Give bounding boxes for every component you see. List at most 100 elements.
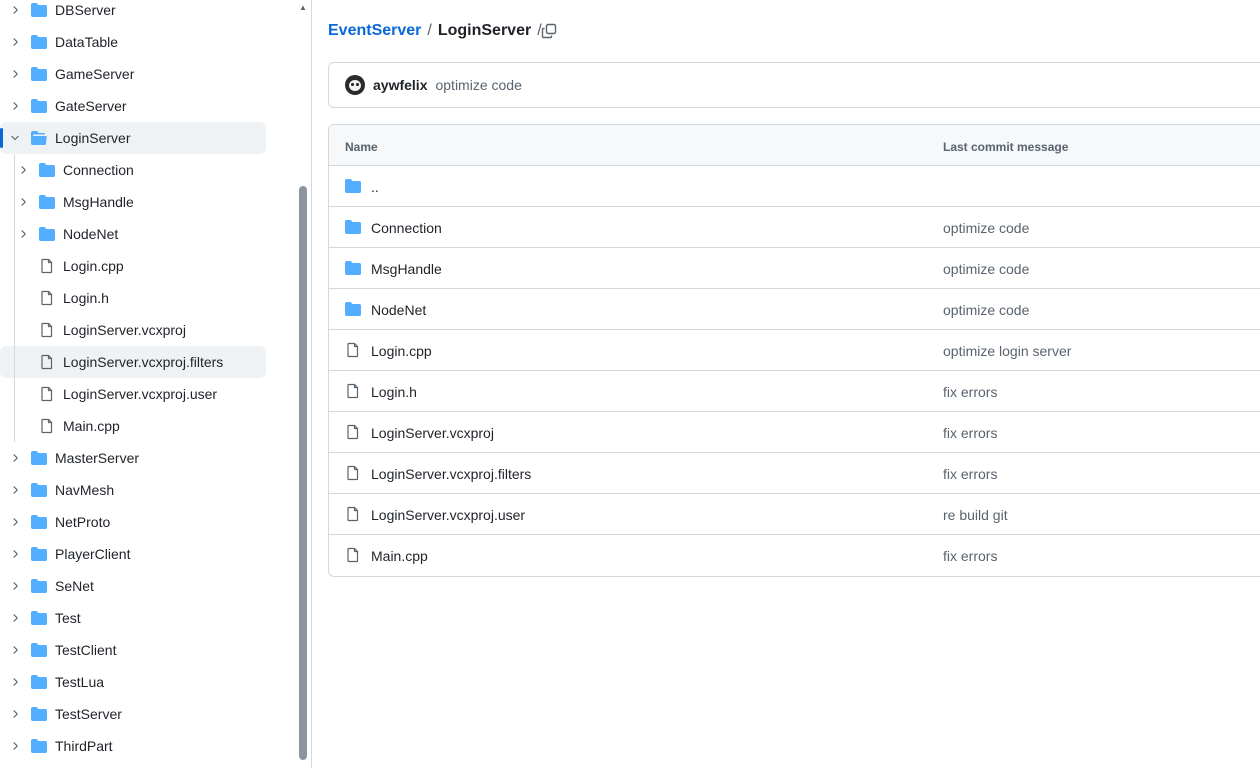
commit-message-link[interactable]: optimize code xyxy=(435,77,521,93)
folder-icon xyxy=(31,482,47,498)
parent-directory-row[interactable]: .. xyxy=(329,166,1260,207)
sidebar-item-label: Login.cpp xyxy=(63,258,124,274)
table-row[interactable]: NodeNet optimize code xyxy=(329,289,1260,330)
sidebar-item-masterserver[interactable]: MasterServer xyxy=(0,442,266,474)
folder-icon xyxy=(345,219,361,235)
commit-message-link[interactable]: optimize code xyxy=(943,220,1029,236)
commit-message-link[interactable]: re build git xyxy=(943,507,1008,523)
file-name-link[interactable]: .. xyxy=(371,179,379,195)
sidebar-item-label: NetProto xyxy=(55,514,111,530)
sidebar-item-login-h[interactable]: Login.h xyxy=(0,282,266,314)
sidebar-item-label: Test xyxy=(55,610,81,626)
column-header-name: Name xyxy=(345,140,378,154)
file-name-link[interactable]: MsgHandle xyxy=(371,261,442,277)
commit-message-link[interactable]: optimize login server xyxy=(943,343,1071,359)
table-row[interactable]: LoginServer.vcxproj.filters fix errors xyxy=(329,453,1260,494)
sidebar-item-loginserver-vcxproj[interactable]: LoginServer.vcxproj xyxy=(0,314,266,346)
file-icon xyxy=(345,506,361,522)
sidebar-item-nodenet[interactable]: NodeNet xyxy=(0,218,266,250)
chevron-right-icon[interactable] xyxy=(7,546,23,562)
sidebar-item-label: TestServer xyxy=(55,706,122,722)
commit-message-link[interactable]: optimize code xyxy=(943,261,1029,277)
sidebar-item-testlua[interactable]: TestLua xyxy=(0,666,266,698)
file-name-link[interactable]: LoginServer.vcxproj.filters xyxy=(371,466,531,482)
chevron-down-icon[interactable] xyxy=(7,130,23,146)
sidebar-item-dbserver[interactable]: DBServer xyxy=(0,0,266,26)
chevron-right-icon[interactable] xyxy=(7,674,23,690)
table-row[interactable]: Login.h fix errors xyxy=(329,371,1260,412)
sidebar-item-datatable[interactable]: DataTable xyxy=(0,26,266,58)
folder-icon xyxy=(345,301,361,317)
active-indicator xyxy=(0,128,3,148)
sidebar-scrollbar-thumb[interactable] xyxy=(299,186,307,760)
sidebar-item-testclient[interactable]: TestClient xyxy=(0,634,266,666)
sidebar-item-test[interactable]: Test xyxy=(0,602,266,634)
latest-commit-bar: aywfelix optimize code xyxy=(328,62,1260,108)
sidebar-item-loginserver-vcxproj-user[interactable]: LoginServer.vcxproj.user xyxy=(0,378,266,410)
sidebar-item-netproto[interactable]: NetProto xyxy=(0,506,266,538)
table-row[interactable]: LoginServer.vcxproj.user re build git xyxy=(329,494,1260,535)
sidebar-item-connection[interactable]: Connection xyxy=(0,154,266,186)
table-row[interactable]: LoginServer.vcxproj fix errors xyxy=(329,412,1260,453)
folder-open-icon xyxy=(31,130,47,146)
file-icon xyxy=(39,354,55,370)
commit-message-link[interactable]: fix errors xyxy=(943,548,997,564)
sidebar-item-login-cpp[interactable]: Login.cpp xyxy=(0,250,266,282)
commit-message-link[interactable]: fix errors xyxy=(943,425,997,441)
sidebar-item-label: TestLua xyxy=(55,674,105,690)
scroll-up-arrow[interactable]: ▲ xyxy=(298,2,308,12)
sidebar-item-main-cpp[interactable]: Main.cpp xyxy=(0,410,266,442)
file-icon xyxy=(39,322,55,338)
sidebar-item-label: SeNet xyxy=(55,578,94,594)
sidebar-item-loginserver-vcxproj-filters[interactable]: LoginServer.vcxproj.filters xyxy=(0,346,266,378)
chevron-right-icon[interactable] xyxy=(7,98,23,114)
sidebar-item-msghandle[interactable]: MsgHandle xyxy=(0,186,266,218)
file-name-link[interactable]: Login.cpp xyxy=(371,343,432,359)
sidebar-item-navmesh[interactable]: NavMesh xyxy=(0,474,266,506)
chevron-right-icon[interactable] xyxy=(7,514,23,530)
sidebar-item-label: GameServer xyxy=(55,66,135,82)
sidebar-item-playerclient[interactable]: PlayerClient xyxy=(0,538,266,570)
table-row[interactable]: Main.cpp fix errors xyxy=(329,535,1260,576)
sidebar-item-testserver[interactable]: TestServer xyxy=(0,698,266,730)
chevron-right-icon[interactable] xyxy=(15,226,31,242)
sidebar-item-label: Login.h xyxy=(63,290,109,306)
sidebar-item-senet[interactable]: SeNet xyxy=(0,570,266,602)
sidebar-item-label: PlayerClient xyxy=(55,546,131,562)
table-row[interactable]: MsgHandle optimize code xyxy=(329,248,1260,289)
file-table: Name Last commit message .. Connection opt… xyxy=(328,124,1260,577)
sidebar-item-gateserver[interactable]: GateServer xyxy=(0,90,266,122)
chevron-right-icon[interactable] xyxy=(7,482,23,498)
chevron-right-icon[interactable] xyxy=(7,738,23,754)
copy-path-button[interactable] xyxy=(538,20,560,42)
chevron-right-icon[interactable] xyxy=(7,610,23,626)
table-row[interactable]: Login.cpp optimize login server xyxy=(329,330,1260,371)
sidebar-item-label: LoginServer.vcxproj.filters xyxy=(63,354,224,370)
chevron-right-icon[interactable] xyxy=(7,642,23,658)
file-name-link[interactable]: NodeNet xyxy=(371,302,426,318)
table-body: .. Connection optimize code MsgHandle optimi… xyxy=(329,166,1260,576)
chevron-right-icon[interactable] xyxy=(15,194,31,210)
table-row[interactable]: Connection optimize code xyxy=(329,207,1260,248)
breadcrumb-root-link[interactable]: EventServer xyxy=(328,22,421,40)
chevron-right-icon[interactable] xyxy=(7,66,23,82)
commit-message-link[interactable]: fix errors xyxy=(943,466,997,482)
commit-author-link[interactable]: aywfelix xyxy=(373,77,427,93)
commit-message-link[interactable]: optimize code xyxy=(943,302,1029,318)
chevron-right-icon[interactable] xyxy=(15,162,31,178)
file-name-link[interactable]: LoginServer.vcxproj xyxy=(371,425,494,441)
sidebar-item-gameserver[interactable]: GameServer xyxy=(0,58,266,90)
file-name-link[interactable]: Login.h xyxy=(371,384,417,400)
chevron-right-icon[interactable] xyxy=(7,450,23,466)
file-name-link[interactable]: Connection xyxy=(371,220,442,236)
sidebar-item-thirdpart[interactable]: ThirdPart xyxy=(0,730,266,762)
file-name-link[interactable]: LoginServer.vcxproj.user xyxy=(371,507,525,523)
avatar[interactable] xyxy=(345,75,365,95)
chevron-right-icon[interactable] xyxy=(7,578,23,594)
commit-message-link[interactable]: fix errors xyxy=(943,384,997,400)
file-name-link[interactable]: Main.cpp xyxy=(371,548,428,564)
sidebar-item-loginserver[interactable]: LoginServer xyxy=(0,122,266,154)
chevron-right-icon[interactable] xyxy=(7,706,23,722)
chevron-right-icon[interactable] xyxy=(7,34,23,50)
chevron-right-icon[interactable] xyxy=(7,2,23,18)
